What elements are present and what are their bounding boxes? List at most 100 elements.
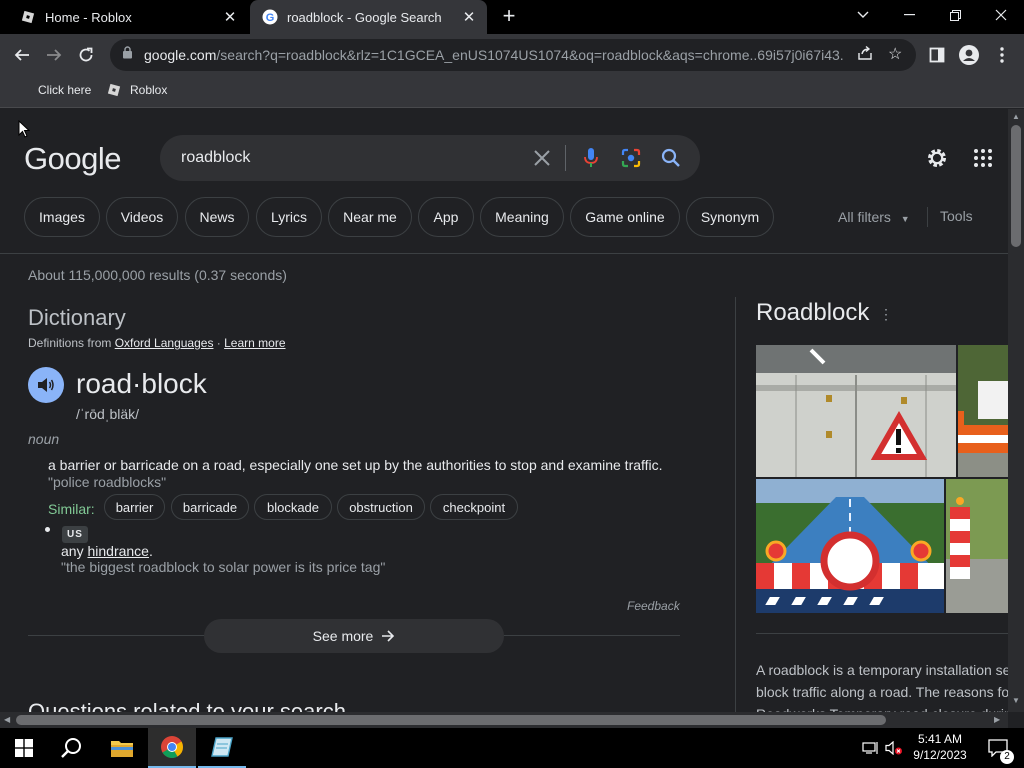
horizontal-scroll-thumb[interactable] xyxy=(16,715,886,725)
synonym-chip[interactable]: blockade xyxy=(254,494,332,520)
microphone-icon[interactable] xyxy=(584,148,598,173)
url-text: google.com/search?q=roadblock&rlz=1C1GCE… xyxy=(144,47,844,63)
knowledge-panel-divider xyxy=(735,297,736,712)
close-window-button[interactable] xyxy=(978,0,1024,30)
minimize-button[interactable] xyxy=(886,0,932,30)
tab-roblox[interactable]: Home - Roblox ✕ xyxy=(8,0,248,34)
scroll-right-arrow-icon[interactable]: ▶ xyxy=(994,715,1000,724)
network-icon[interactable] xyxy=(858,728,882,768)
tab-title: Home - Roblox xyxy=(45,9,132,25)
oxford-languages-link[interactable]: Oxford Languages xyxy=(115,336,214,350)
roadblock-image-road[interactable] xyxy=(756,479,944,613)
feedback-link[interactable]: Feedback xyxy=(627,599,680,613)
chip-near-me[interactable]: Near me xyxy=(328,197,412,237)
chip-meaning[interactable]: Meaning xyxy=(480,197,564,237)
part-of-speech: noun xyxy=(28,431,60,447)
windows-start-icon[interactable] xyxy=(0,728,48,768)
similar-label: Similar: xyxy=(48,501,95,517)
tools-button[interactable]: Tools xyxy=(940,208,973,224)
chip-news[interactable]: News xyxy=(185,197,249,237)
list-bullet xyxy=(45,527,50,532)
notes-app-icon[interactable] xyxy=(198,728,246,768)
knowledge-panel-separator xyxy=(756,633,1008,634)
mouse-cursor-icon xyxy=(18,120,30,138)
dropdown-arrow-icon: ▼ xyxy=(900,214,910,224)
scroll-down-arrow-icon[interactable]: ▼ xyxy=(1012,696,1020,705)
svg-text:G: G xyxy=(266,12,275,24)
phonetic-spelling: /ˈrōdˌbläk/ xyxy=(76,406,140,422)
taskbar-search-icon[interactable] xyxy=(48,728,96,768)
roadblock-image-sign[interactable] xyxy=(958,345,1008,477)
google-favicon-icon: G xyxy=(262,9,278,25)
learn-more-link[interactable]: Learn more xyxy=(224,336,285,350)
synonym-chip[interactable]: obstruction xyxy=(337,494,425,520)
more-options-icon[interactable]: ⋮ xyxy=(879,306,893,323)
synonym-chip[interactable]: barricade xyxy=(171,494,249,520)
new-tab-button[interactable]: + xyxy=(498,5,520,28)
tab-search-chevron-icon[interactable] xyxy=(840,0,886,30)
chrome-menu-icon[interactable] xyxy=(988,41,1016,69)
browser-toolbar: google.com/search?q=roadblock&rlz=1C1GCE… xyxy=(0,34,1024,76)
side-panel-icon[interactable] xyxy=(923,41,951,69)
definition-text: a barrier or barricade on a road, especi… xyxy=(48,457,663,473)
scroll-left-arrow-icon[interactable]: ◀ xyxy=(4,715,10,724)
roadblock-image-barrier[interactable] xyxy=(946,479,1008,613)
bookmark-star-icon[interactable]: ☆ xyxy=(888,44,902,64)
vertical-scrollbar[interactable]: ▲ ▼ xyxy=(1008,109,1024,712)
tab-google-search[interactable]: G roadblock - Google Search ✕ xyxy=(250,0,487,34)
google-logo[interactable]: Google xyxy=(24,141,121,177)
settings-gear-icon[interactable] xyxy=(925,146,949,175)
notifications-icon[interactable]: 2 xyxy=(978,728,1018,768)
bookmark-roblox[interactable]: Roblox xyxy=(107,83,167,97)
clear-search-icon[interactable] xyxy=(533,149,551,172)
file-explorer-icon[interactable] xyxy=(98,728,146,768)
dictionary-word: road·block xyxy=(76,368,207,399)
synonym-chip[interactable]: barrier xyxy=(104,494,165,520)
chip-app[interactable]: App xyxy=(418,197,474,237)
knowledge-panel-description: A roadblock is a temporary installation … xyxy=(756,662,1008,712)
search-box[interactable]: roadblock xyxy=(160,135,700,181)
share-icon[interactable] xyxy=(857,45,873,66)
tab-close-icon[interactable]: ✕ xyxy=(220,7,240,27)
knowledge-panel-title: Roadblock xyxy=(756,299,870,326)
restore-button[interactable] xyxy=(932,0,978,30)
horizontal-scrollbar[interactable]: ◀ ▶ xyxy=(0,712,1008,728)
see-more-button[interactable]: See more xyxy=(204,619,504,653)
volume-muted-icon[interactable] xyxy=(882,728,906,768)
tab-title: roadblock - Google Search xyxy=(287,9,442,25)
google-lens-icon[interactable] xyxy=(621,148,641,173)
lock-icon[interactable] xyxy=(122,46,136,64)
roblox-favicon-icon xyxy=(20,9,36,25)
search-input[interactable]: roadblock xyxy=(181,149,250,167)
chip-images[interactable]: Images xyxy=(24,197,100,237)
forward-button[interactable] xyxy=(40,41,68,69)
address-bar[interactable]: google.com/search?q=roadblock&rlz=1C1GCE… xyxy=(110,39,916,71)
tab-close-icon[interactable]: ✕ xyxy=(459,7,479,27)
pronounce-speaker-button[interactable] xyxy=(28,367,64,403)
google-apps-icon[interactable] xyxy=(974,149,992,172)
chip-synonym[interactable]: Synonym xyxy=(686,197,774,237)
back-button[interactable] xyxy=(8,41,36,69)
vertical-scroll-thumb[interactable] xyxy=(1011,125,1021,247)
system-clock[interactable]: 5:41 AM 9/12/2023 xyxy=(907,731,973,763)
chip-videos[interactable]: Videos xyxy=(106,197,178,237)
hindrance-link[interactable]: hindrance xyxy=(87,543,149,559)
search-divider xyxy=(565,145,566,171)
search-icon[interactable] xyxy=(661,148,681,173)
profile-avatar-icon[interactable] xyxy=(955,41,983,69)
all-filters-dropdown[interactable]: All filters ▼ xyxy=(838,209,910,225)
roadblock-image-concrete[interactable] xyxy=(756,345,956,477)
roblox-icon xyxy=(107,83,121,97)
definition-text-2: any hindrance. xyxy=(61,543,153,559)
chrome-taskbar-icon[interactable] xyxy=(148,728,196,768)
chip-game-online[interactable]: Game online xyxy=(570,197,680,237)
speaker-icon xyxy=(38,378,54,392)
tab-strip: Home - Roblox ✕ G roadblock - Google Sea… xyxy=(0,0,1024,34)
chip-lyrics[interactable]: Lyrics xyxy=(256,197,322,237)
synonym-chip[interactable]: checkpoint xyxy=(430,494,518,520)
scroll-up-arrow-icon[interactable]: ▲ xyxy=(1012,112,1020,121)
bookmark-click-here[interactable]: Click here xyxy=(38,83,91,97)
dictionary-source: Definitions from Oxford Languages · Lear… xyxy=(28,336,286,350)
reload-button[interactable] xyxy=(72,41,100,69)
windows-taskbar: 5:41 AM 9/12/2023 2 xyxy=(0,728,1024,768)
